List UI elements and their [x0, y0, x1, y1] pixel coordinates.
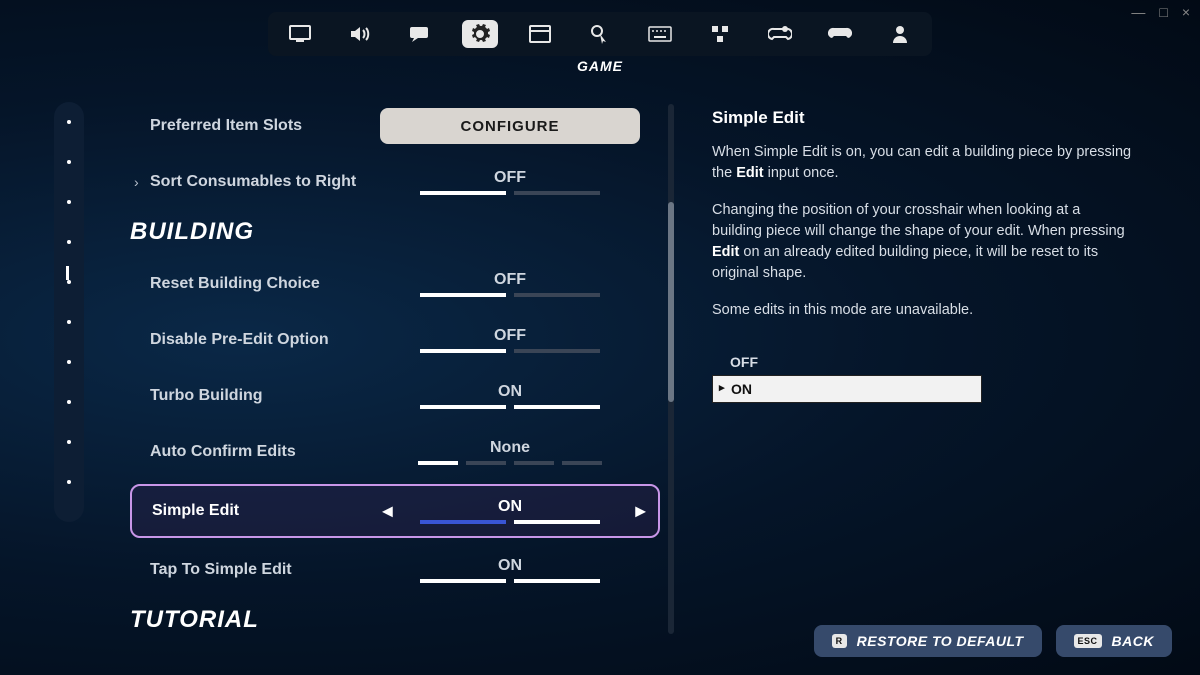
setting-value: ON: [498, 498, 522, 516]
setting-label: Disable Pre-Edit Option: [150, 331, 380, 349]
nav-dot[interactable]: [67, 160, 71, 164]
value-indicator: [420, 405, 600, 409]
setting-auto-sort[interactable]: › Sort Consumables to Right OFF: [130, 158, 660, 206]
setting-value: OFF: [494, 169, 526, 187]
setting-label: Reset Building Choice: [150, 275, 380, 293]
nav-dot[interactable]: [67, 360, 71, 364]
button-label: BACK: [1112, 633, 1154, 649]
gamepad-icon[interactable]: [822, 20, 858, 48]
setting-disable-preedit[interactable]: Disable Pre-Edit Option OFF: [130, 316, 660, 364]
setting-value: ON: [498, 557, 522, 575]
setting-preferred-item-slots[interactable]: Preferred Item Slots CONFIGURE: [130, 102, 660, 150]
chevron-right-icon: ›: [134, 174, 139, 190]
value-indicator: [420, 579, 600, 583]
setting-label: Simple Edit: [152, 502, 382, 520]
nav-dot[interactable]: [67, 320, 71, 324]
value-indicator: [420, 520, 600, 524]
setting-label: Turbo Building: [150, 387, 380, 405]
settings-tab-bar: [268, 12, 932, 56]
description-paragraph: Some edits in this mode are unavailable.: [712, 300, 1132, 321]
maximize-button[interactable]: □: [1159, 4, 1167, 20]
description-title: Simple Edit: [712, 108, 1132, 128]
setting-label: Sort Consumables to Right: [150, 173, 380, 191]
configure-button[interactable]: CONFIGURE: [380, 108, 640, 144]
minimize-button[interactable]: —: [1131, 4, 1145, 20]
volume-icon[interactable]: [342, 20, 378, 48]
key-hint: R: [832, 634, 847, 648]
value-indicator: [420, 293, 600, 297]
key-hint: ESC: [1074, 634, 1102, 648]
option-off[interactable]: OFF: [712, 349, 982, 375]
description-paragraph: When Simple Edit is on, you can edit a b…: [712, 142, 1132, 184]
setting-auto-confirm-edits[interactable]: Auto Confirm Edits None: [130, 428, 660, 476]
keyboard-icon[interactable]: [642, 20, 678, 48]
gamepad-settings-icon[interactable]: [762, 20, 798, 48]
nav-dot[interactable]: [67, 200, 71, 204]
close-button[interactable]: ×: [1182, 4, 1190, 20]
chevron-right-icon[interactable]: ▶: [635, 503, 646, 520]
nav-dot[interactable]: [67, 240, 71, 244]
section-nav[interactable]: [54, 102, 84, 522]
setting-label: Tap To Simple Edit: [150, 561, 380, 579]
active-tab-label: GAME: [577, 58, 623, 74]
setting-reset-building-choice[interactable]: Reset Building Choice OFF: [130, 260, 660, 308]
user-icon[interactable]: [882, 20, 918, 48]
value-indicator: [420, 191, 600, 195]
button-label: RESTORE TO DEFAULT: [857, 633, 1024, 649]
accessibility-icon[interactable]: [702, 20, 738, 48]
restore-default-button[interactable]: R RESTORE TO DEFAULT: [814, 625, 1042, 657]
setting-value: None: [490, 439, 530, 457]
nav-dot[interactable]: [67, 440, 71, 444]
nav-dot[interactable]: [67, 480, 71, 484]
back-button[interactable]: ESC BACK: [1056, 625, 1172, 657]
nav-dot[interactable]: [67, 400, 71, 404]
chat-icon[interactable]: [402, 20, 438, 48]
settings-list: Preferred Item Slots CONFIGURE › Sort Co…: [130, 102, 660, 642]
section-header-tutorial: TUTORIAL: [130, 606, 660, 634]
setting-tap-to-simple-edit[interactable]: Tap To Simple Edit ON: [130, 546, 660, 594]
section-header-building: BUILDING: [130, 218, 660, 246]
setting-label: Preferred Item Slots: [150, 117, 380, 135]
setting-value: ON: [498, 383, 522, 401]
nav-dot[interactable]: [67, 120, 71, 124]
description-paragraph: Changing the position of your crosshair …: [712, 200, 1132, 284]
gear-icon[interactable]: [462, 20, 498, 48]
option-on[interactable]: ON: [712, 375, 982, 403]
setting-turbo-building[interactable]: Turbo Building ON: [130, 372, 660, 420]
setting-value: OFF: [494, 271, 526, 289]
nav-current-marker: [66, 266, 69, 280]
setting-value: OFF: [494, 327, 526, 345]
browser-icon[interactable]: [522, 20, 558, 48]
value-indicator: [418, 461, 602, 465]
value-indicator: [420, 349, 600, 353]
setting-simple-edit[interactable]: Simple Edit ◀ ON ▶: [130, 484, 660, 538]
option-list: OFF ON: [712, 349, 982, 403]
scrollbar[interactable]: [668, 104, 674, 634]
monitor-icon[interactable]: [282, 20, 318, 48]
scrollbar-thumb[interactable]: [668, 202, 674, 402]
setting-label: Auto Confirm Edits: [150, 443, 380, 461]
touch-icon[interactable]: [582, 20, 618, 48]
nav-dot[interactable]: [67, 280, 71, 284]
description-panel: Simple Edit When Simple Edit is on, you …: [712, 108, 1132, 403]
